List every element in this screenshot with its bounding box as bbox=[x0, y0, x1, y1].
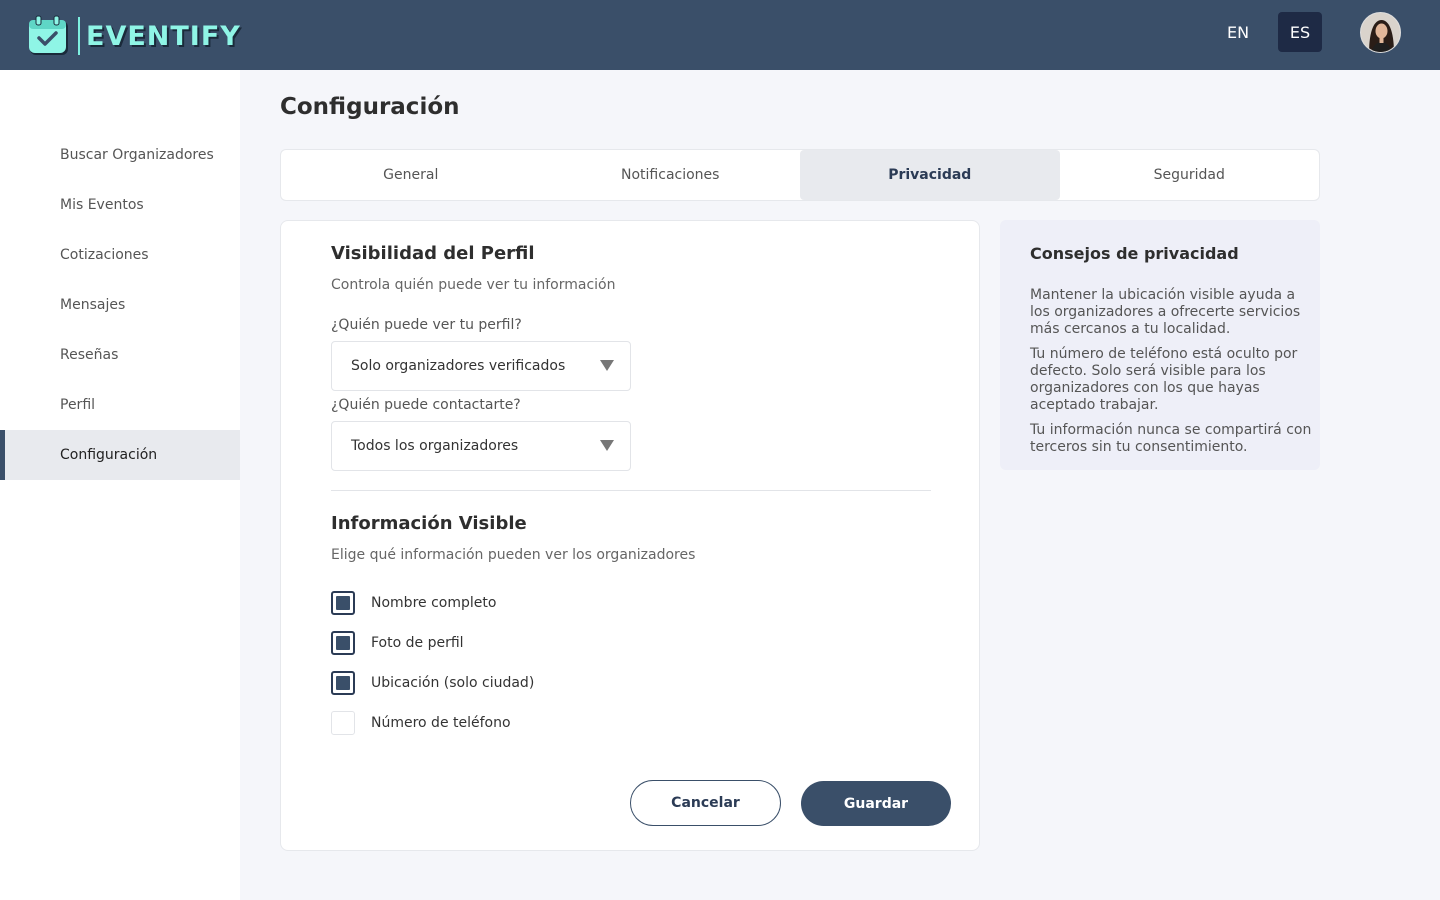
logo-text: EVENTIFY bbox=[86, 20, 241, 52]
visibility-section-subtitle: Controla quién puede ver tu información bbox=[331, 277, 616, 293]
calendar-check-icon bbox=[29, 15, 68, 55]
visible-info-section-title: Información Visible bbox=[331, 513, 527, 534]
section-divider bbox=[331, 490, 931, 491]
tab-privacidad[interactable]: Privacidad bbox=[800, 150, 1060, 200]
checkbox-foto-de-perfil[interactable] bbox=[331, 631, 355, 655]
checkbox-numero-de-telefono[interactable] bbox=[331, 711, 355, 735]
chevron-down-icon bbox=[600, 440, 614, 451]
option-label: Número de teléfono bbox=[371, 715, 511, 731]
checkbox-nombre-completo[interactable] bbox=[331, 591, 355, 615]
checkbox-ubicacion[interactable] bbox=[331, 671, 355, 695]
tab-notificaciones[interactable]: Notificaciones bbox=[541, 150, 801, 200]
sidebar-item-cotizaciones[interactable]: Cotizaciones bbox=[0, 230, 240, 280]
visible-info-section-subtitle: Elige qué información pueden ver los org… bbox=[331, 547, 696, 563]
privacy-tip: Tu número de teléfono está oculto por de… bbox=[1030, 346, 1298, 413]
tab-seguridad[interactable]: Seguridad bbox=[1060, 150, 1320, 200]
chevron-down-icon bbox=[600, 360, 614, 371]
privacy-tips-panel: Consejos de privacidad Mantener la ubica… bbox=[1000, 220, 1320, 470]
user-portrait-icon bbox=[1361, 13, 1400, 52]
sidebar-item-perfil[interactable]: Perfil bbox=[0, 380, 240, 430]
language-es-button[interactable]: ES bbox=[1278, 12, 1322, 52]
option-label: Foto de perfil bbox=[371, 635, 464, 651]
top-header: EVENTIFY EN ES bbox=[0, 0, 1440, 70]
option-ubicacion[interactable]: Ubicación (solo ciudad) bbox=[331, 671, 534, 695]
tab-general[interactable]: General bbox=[281, 150, 541, 200]
option-foto-de-perfil[interactable]: Foto de perfil bbox=[331, 631, 464, 655]
contact-permission-value: Todos los organizadores bbox=[351, 438, 519, 454]
logo-divider bbox=[78, 17, 80, 55]
sidebar-item-resenas[interactable]: Reseñas bbox=[0, 330, 240, 380]
privacy-tip: Mantener la ubicación visible ayuda a lo… bbox=[1030, 287, 1301, 337]
sidebar-item-buscar-organizadores[interactable]: Buscar Organizadores bbox=[0, 130, 240, 180]
sidebar-item-configuracion[interactable]: Configuración bbox=[0, 430, 240, 480]
profile-visibility-label: ¿Quién puede ver tu perfil? bbox=[331, 317, 522, 333]
privacy-settings-card: Visibilidad del Perfil Controla quién pu… bbox=[280, 220, 980, 851]
visibility-section-title: Visibilidad del Perfil bbox=[331, 243, 535, 264]
contact-permission-select[interactable]: Todos los organizadores bbox=[331, 421, 631, 471]
user-avatar[interactable] bbox=[1360, 12, 1401, 53]
sidebar-item-mis-eventos[interactable]: Mis Eventos bbox=[0, 180, 240, 230]
eventify-logo[interactable]: EVENTIFY bbox=[28, 14, 241, 58]
page-title: Configuración bbox=[280, 94, 460, 120]
option-label: Ubicación (solo ciudad) bbox=[371, 675, 535, 691]
contact-permission-label: ¿Quién puede contactarte? bbox=[331, 397, 521, 413]
save-button[interactable]: Guardar bbox=[801, 781, 951, 826]
profile-visibility-select[interactable]: Solo organizadores verificados bbox=[331, 341, 631, 391]
privacy-tip: Tu información nunca se compartirá con t… bbox=[1030, 422, 1312, 455]
cancel-button[interactable]: Cancelar bbox=[630, 780, 781, 826]
language-en-button[interactable]: EN bbox=[1214, 12, 1262, 52]
sidebar-nav: Buscar Organizadores Mis Eventos Cotizac… bbox=[0, 70, 240, 900]
profile-visibility-value: Solo organizadores verificados bbox=[351, 358, 566, 374]
privacy-tips-title: Consejos de privacidad bbox=[1030, 244, 1239, 263]
option-numero-de-telefono[interactable]: Número de teléfono bbox=[331, 711, 511, 735]
sidebar-item-mensajes[interactable]: Mensajes bbox=[0, 280, 240, 330]
option-nombre-completo[interactable]: Nombre completo bbox=[331, 591, 496, 615]
option-label: Nombre completo bbox=[371, 595, 497, 611]
settings-tabs: General Notificaciones Privacidad Seguri… bbox=[280, 149, 1320, 201]
